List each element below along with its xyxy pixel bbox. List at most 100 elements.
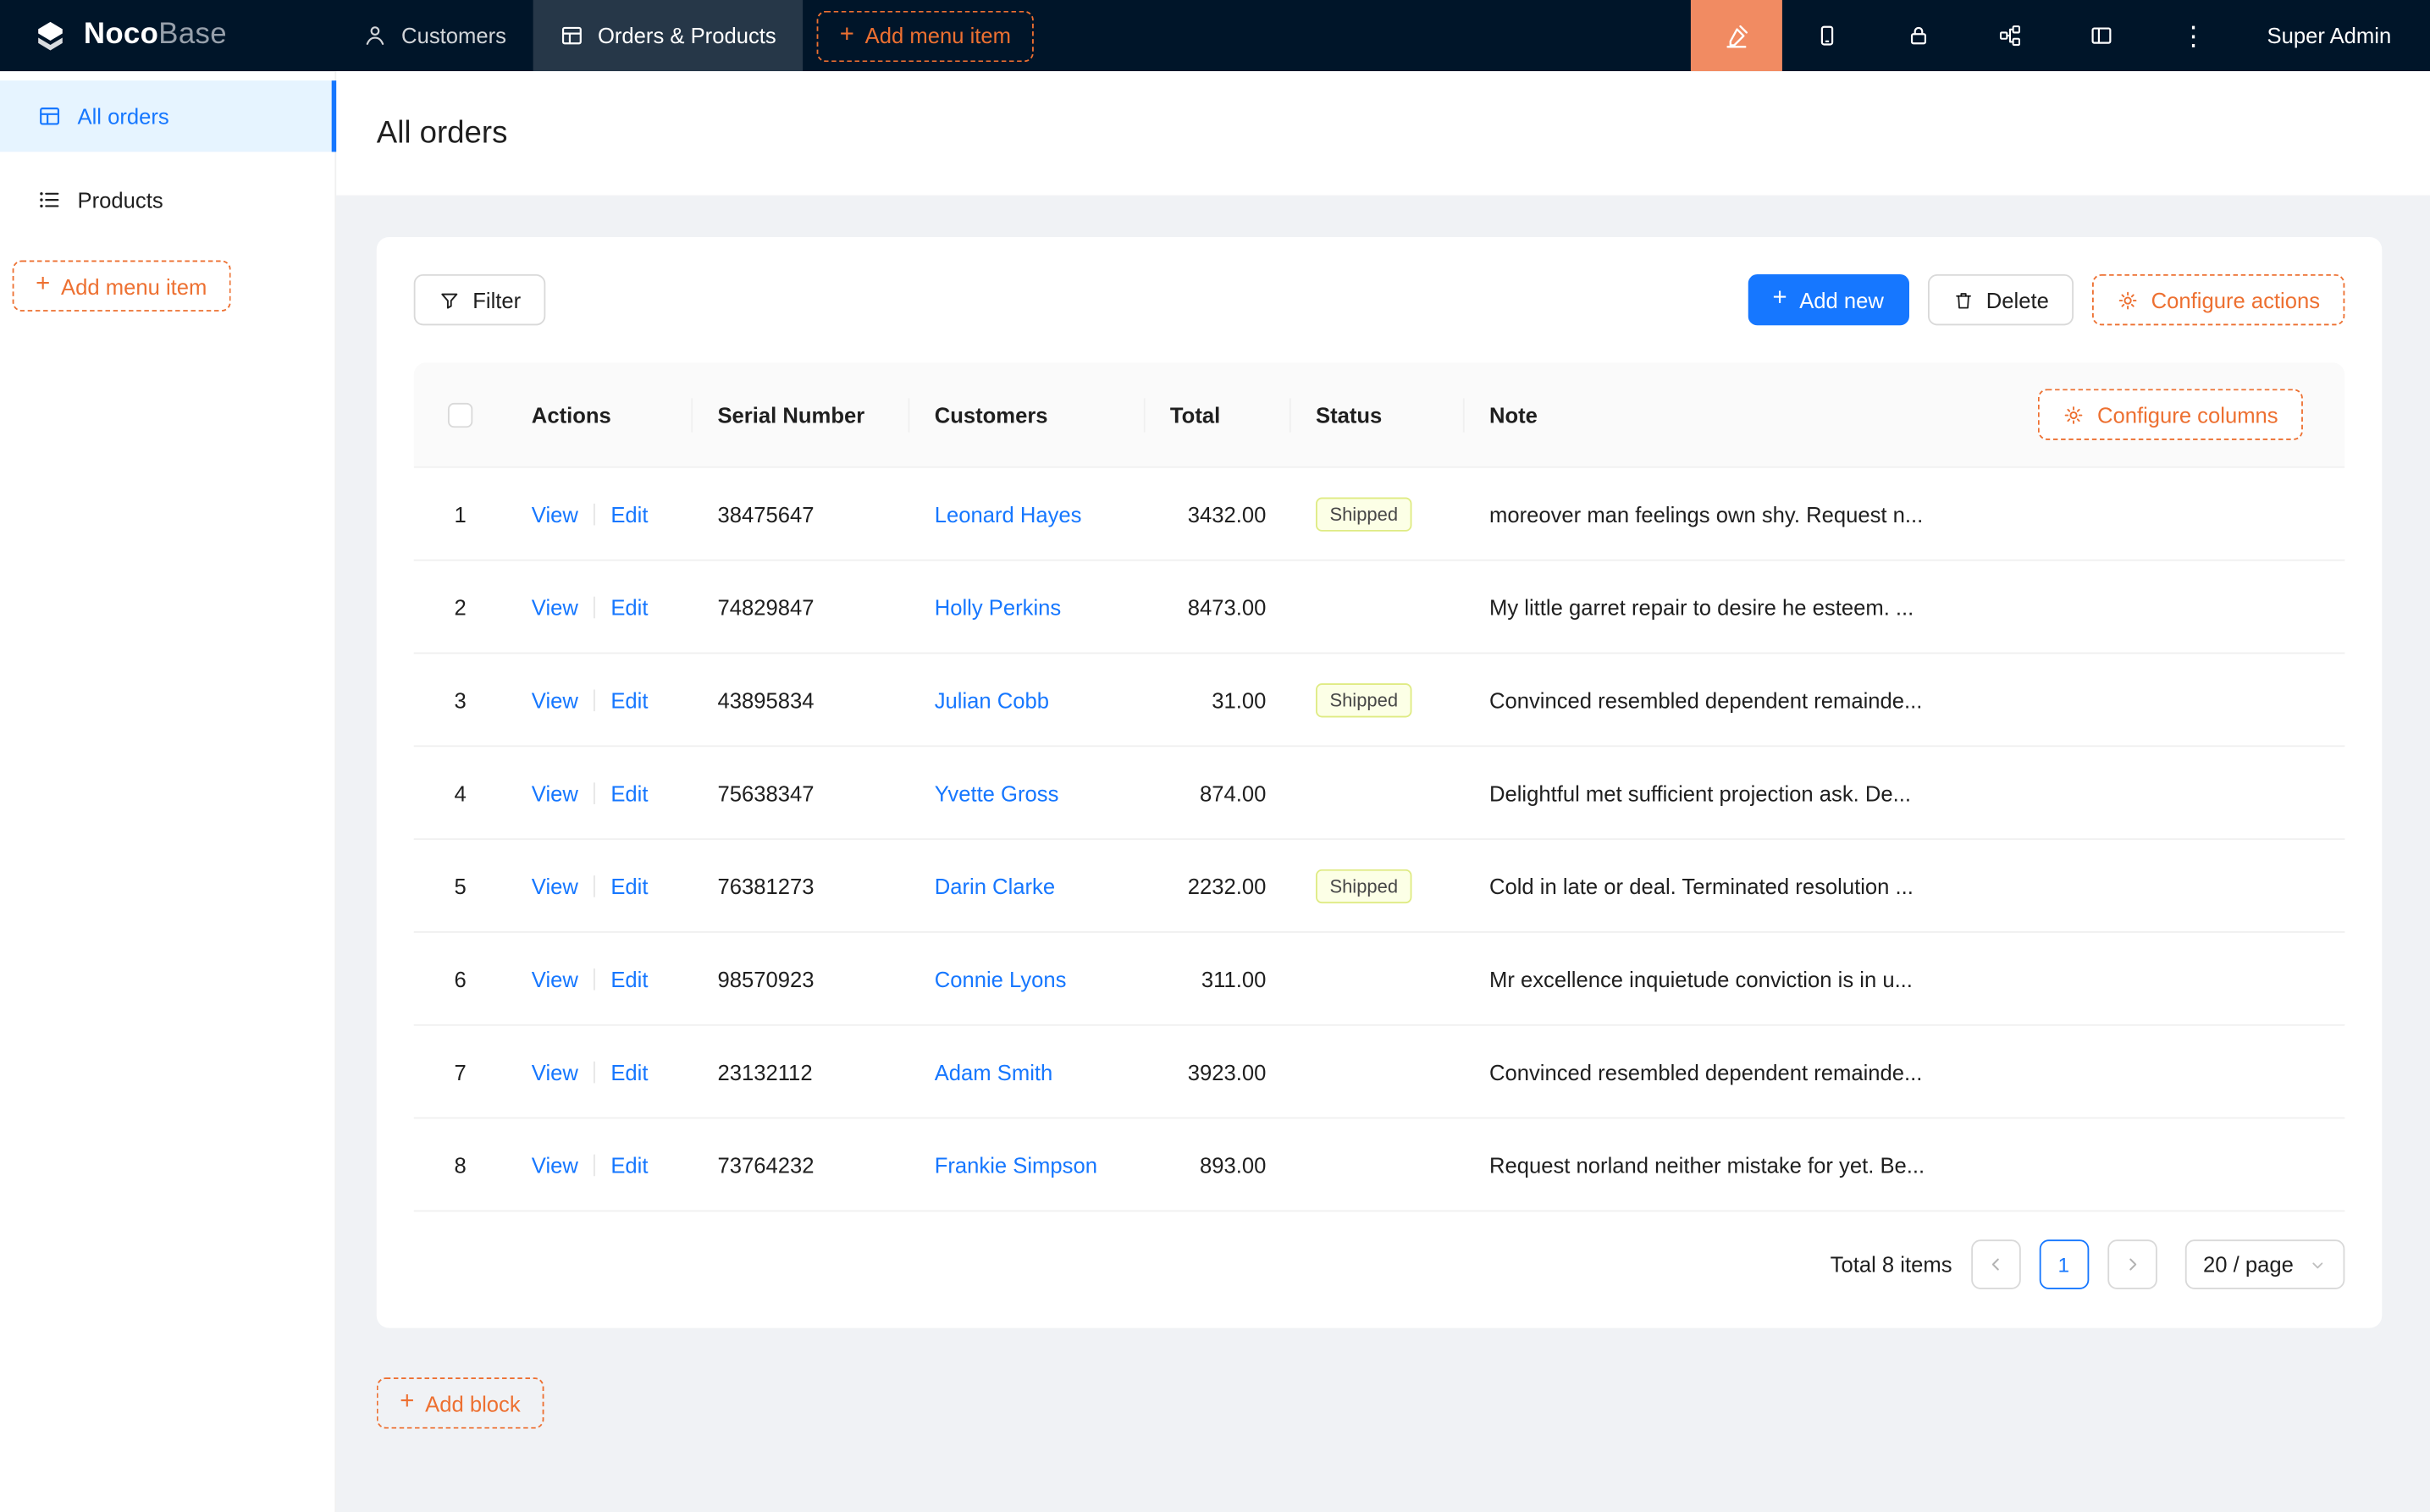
mobile-icon [1815, 23, 1840, 47]
serial-number-cell: 73764232 [693, 1119, 909, 1211]
row-index: 8 [454, 1152, 466, 1177]
serial-number-cell: 76381273 [693, 840, 909, 931]
user-menu[interactable]: Super Admin [2239, 0, 2430, 71]
more-button[interactable]: ⋮ [2148, 0, 2239, 71]
api-button[interactable] [1965, 0, 2057, 71]
serial-number-cell: 38475647 [693, 468, 909, 560]
configure-columns-label: Configure columns [2097, 402, 2278, 427]
sidebar-item-label: All orders [78, 104, 169, 129]
customer-link[interactable]: Connie Lyons [935, 966, 1067, 991]
edit-link[interactable]: Edit [610, 501, 648, 526]
table-row: 2 View Edit 74829847 Holly Perkins 8473.… [414, 561, 2345, 654]
edit-link[interactable]: Edit [610, 594, 648, 619]
menu-item-customers[interactable]: Customers [336, 0, 533, 71]
table-icon [559, 23, 583, 47]
logo-text-secondary: Base [158, 19, 227, 51]
chevron-left-icon [1986, 1255, 2005, 1274]
total-cell: 893.00 [1146, 1119, 1291, 1211]
customer-link[interactable]: Frankie Simpson [935, 1152, 1097, 1177]
configure-actions-button[interactable]: Configure actions [2092, 274, 2344, 325]
sidebar-add-menu-item-label: Add menu item [61, 273, 207, 298]
chevron-down-icon [2309, 1256, 2326, 1273]
view-link[interactable]: View [532, 1152, 578, 1177]
edit-link[interactable]: Edit [610, 781, 648, 805]
layout-icon [2090, 23, 2114, 47]
menu-item-label: Customers [401, 23, 506, 47]
pagination-page-button[interactable]: 1 [2039, 1239, 2089, 1289]
serial-number-cell: 98570923 [693, 933, 909, 1024]
sidebar-item-products[interactable]: Products [0, 164, 334, 235]
view-link[interactable]: View [532, 501, 578, 526]
person-icon [362, 23, 387, 47]
note-cell: Mr excellence inquietude conviction is i… [1465, 932, 2345, 1025]
filter-button[interactable]: Filter [414, 274, 546, 325]
customer-link[interactable]: Julian Cobb [935, 687, 1049, 712]
sidebar-add-menu-item-button[interactable]: + Add menu item [13, 260, 230, 311]
add-menu-item-button[interactable]: + Add menu item [816, 10, 1034, 61]
nocobase-logo[interactable]: NocoBase [0, 0, 336, 71]
status-cell [1291, 1119, 1465, 1211]
filter-icon [439, 289, 461, 311]
note-cell: Cold in late or deal. Terminated resolut… [1465, 839, 2345, 932]
view-link[interactable]: View [532, 781, 578, 805]
page-header: All orders [336, 71, 2430, 195]
menu-item-label: Orders & Products [598, 23, 776, 47]
table-row: 8 View Edit 73764232 Frankie Simpson 893… [414, 1119, 2345, 1212]
row-index-cell: 2 [414, 561, 507, 653]
edit-link[interactable]: Edit [610, 873, 648, 897]
view-link[interactable]: View [532, 687, 578, 712]
body: All orders Products + Add menu item All … [0, 71, 2430, 1512]
customer-link[interactable]: Yvette Gross [935, 781, 1059, 805]
customer-link[interactable]: Leonard Hayes [935, 501, 1082, 526]
list-icon [37, 187, 62, 212]
chevron-right-icon [2123, 1255, 2141, 1274]
pagination-total: Total 8 items [1831, 1252, 1952, 1277]
plus-icon: + [400, 1390, 414, 1415]
view-link[interactable]: View [532, 873, 578, 897]
view-link[interactable]: View [532, 594, 578, 619]
view-link[interactable]: View [532, 1059, 578, 1084]
edit-link[interactable]: Edit [610, 1152, 648, 1177]
table-row: 7 View Edit 23132112 Adam Smith 3923.00 … [414, 1026, 2345, 1119]
column-header-total: Total [1146, 362, 1291, 466]
pagination-prev-button[interactable] [1970, 1239, 2020, 1289]
divider [594, 689, 595, 711]
page-title: All orders [377, 115, 508, 151]
add-block-button[interactable]: + Add block [377, 1377, 544, 1428]
serial-number-cell: 75638347 [693, 747, 909, 838]
column-header-note: Note Configure columns [1465, 362, 2345, 466]
row-index: 7 [454, 1059, 466, 1084]
edit-link[interactable]: Edit [610, 1059, 648, 1084]
configure-columns-button[interactable]: Configure columns [2038, 389, 2303, 439]
add-new-button[interactable]: + Add new [1748, 274, 1908, 325]
page-size-select[interactable]: 20 / page [2184, 1239, 2344, 1289]
sidebar-item-all-orders[interactable]: All orders [0, 80, 334, 152]
toolbar-actions: + Add new Delete Configure actions [1748, 274, 2344, 325]
customer-link[interactable]: Holly Perkins [935, 594, 1062, 619]
edit-link[interactable]: Edit [610, 687, 648, 712]
nocobase-logo-icon [31, 16, 70, 55]
customer-link[interactable]: Darin Clarke [935, 873, 1055, 897]
customer-link[interactable]: Adam Smith [935, 1059, 1053, 1084]
plus-icon: + [36, 273, 50, 297]
ui-editor-button[interactable] [1691, 0, 1782, 71]
menu-item-orders-products[interactable]: Orders & Products [533, 0, 803, 71]
view-link[interactable]: View [532, 966, 578, 991]
total-cell: 3923.00 [1146, 1026, 1291, 1117]
row-actions-cell: View Edit [507, 1026, 693, 1117]
divider [594, 503, 595, 525]
edit-link[interactable]: Edit [610, 966, 648, 991]
total-cell: 2232.00 [1146, 840, 1291, 931]
row-index-cell: 4 [414, 747, 507, 838]
pagination-next-button[interactable] [2107, 1239, 2157, 1289]
mobile-button[interactable] [1782, 0, 1874, 71]
serial-number-cell: 43895834 [693, 654, 909, 745]
select-all-checkbox[interactable] [448, 402, 472, 427]
trash-icon [1952, 289, 1974, 311]
total-cell: 311.00 [1146, 933, 1291, 1024]
lock-button[interactable] [1874, 0, 1965, 71]
row-actions-cell: View Edit [507, 1119, 693, 1211]
row-actions-cell: View Edit [507, 561, 693, 653]
delete-button[interactable]: Delete [1927, 274, 2074, 325]
layout-button[interactable] [2057, 0, 2148, 71]
